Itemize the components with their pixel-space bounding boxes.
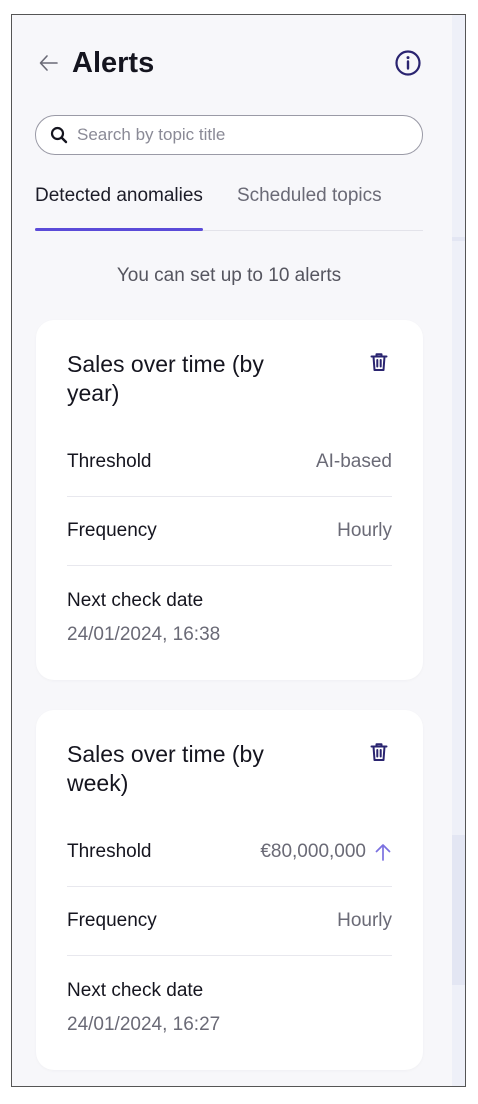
frequency-label: Frequency	[67, 910, 157, 931]
frequency-row: Frequency Hourly	[67, 887, 392, 956]
panel-header: Alerts	[36, 43, 422, 83]
tab-scheduled-topics[interactable]: Scheduled topics	[237, 177, 382, 230]
next-check-label: Next check date	[67, 980, 204, 1001]
alerts-panel: Alerts Detected anomalies Scheduled topi…	[12, 15, 452, 1086]
arrow-left-icon	[39, 55, 58, 71]
next-check-label: Next check date	[67, 590, 204, 611]
search-icon	[50, 126, 68, 144]
next-check-section: Next check date 24/01/2024, 16:27	[67, 956, 392, 1056]
alert-title: Sales over time (by year)	[67, 351, 264, 406]
next-check-date: 24/01/2024, 16:38	[67, 624, 221, 645]
tab-bar: Detected anomalies Scheduled topics	[35, 177, 423, 231]
page-title: Alerts	[72, 46, 155, 79]
frequency-label: Frequency	[67, 520, 157, 541]
threshold-value: AI-based	[316, 451, 392, 473]
delete-alert-button[interactable]	[370, 352, 392, 374]
info-circle-icon	[395, 50, 421, 76]
threshold-label: Threshold	[67, 841, 152, 862]
search-input[interactable]	[77, 125, 397, 145]
threshold-row: Threshold €80,000,000	[67, 818, 392, 887]
search-field[interactable]	[35, 115, 423, 155]
threshold-value-text: AI-based	[315, 451, 392, 472]
next-check-date: 24/01/2024, 16:27	[67, 1014, 221, 1035]
trash-icon	[370, 743, 388, 761]
threshold-label: Threshold	[67, 451, 152, 472]
frequency-row: Frequency Hourly	[67, 497, 392, 566]
arrow-up-icon	[375, 844, 391, 861]
back-button[interactable]	[36, 50, 62, 76]
alert-title: Sales over time (by week)	[67, 741, 264, 796]
threshold-row: Threshold AI-based	[67, 428, 392, 497]
threshold-value: €80,000,000	[260, 841, 392, 863]
info-button[interactable]	[394, 49, 422, 77]
alert-limit-note: You can set up to 10 alerts	[116, 265, 342, 286]
threshold-value-text: €80,000,000	[260, 841, 366, 862]
frequency-value: Hourly	[337, 520, 392, 541]
delete-alert-button[interactable]	[370, 742, 392, 764]
tab-detected-anomalies[interactable]: Detected anomalies	[35, 177, 203, 231]
frequency-value: Hourly	[337, 910, 392, 931]
app-frame: Alerts Detected anomalies Scheduled topi…	[11, 14, 466, 1087]
alert-card: Sales over time (by week) Threshold €80,…	[36, 710, 423, 1070]
next-check-section: Next check date 24/01/2024, 16:38	[67, 566, 392, 666]
alert-card: Sales over time (by year) Threshold AI-b…	[36, 320, 423, 680]
trash-icon	[370, 353, 388, 371]
